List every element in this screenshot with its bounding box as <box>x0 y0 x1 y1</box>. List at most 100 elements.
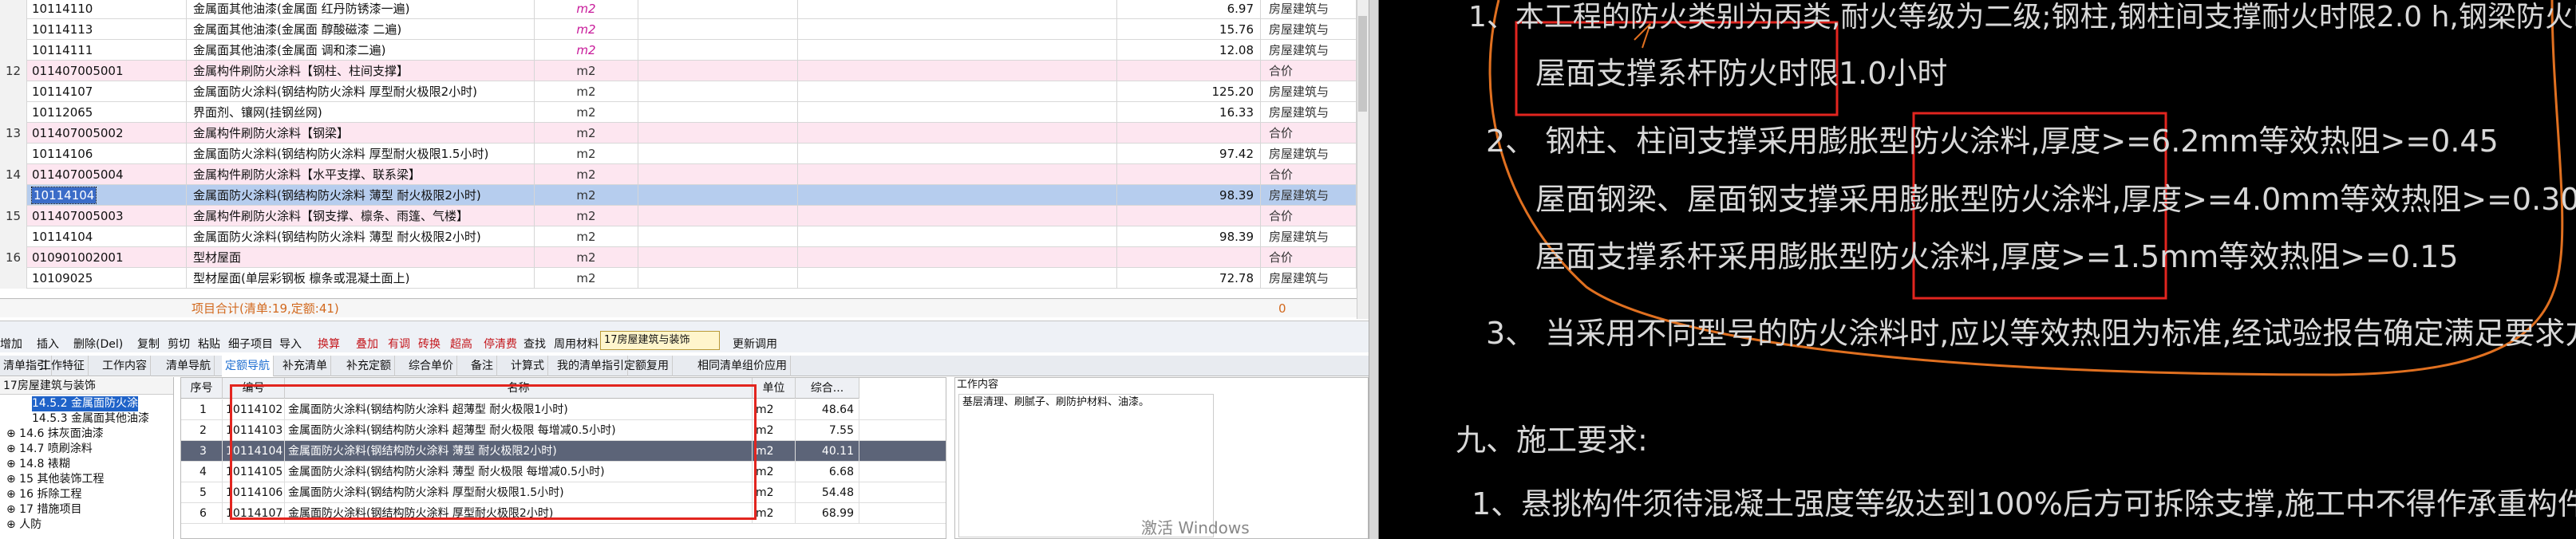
quota-row[interactable]: 10109025 型材屋面(单层彩钢板 檩条或混凝土面上) m2 72.78 房屋建筑与 <box>0 268 1357 289</box>
column-header[interactable]: 序号 <box>181 378 223 399</box>
item-category[interactable]: 房屋建筑与 <box>1261 226 1357 247</box>
item-category[interactable]: 房屋建筑与 <box>1261 19 1357 40</box>
tab-1[interactable]: 工作特征 <box>37 356 89 376</box>
item-code[interactable]: 011407005002 <box>27 123 187 144</box>
row-number[interactable] <box>0 40 27 61</box>
tree-node[interactable]: ⊕ 14.6 抹灰面油漆 <box>6 427 104 442</box>
cad-drawing-view[interactable]: 1、本工程的防火类别为丙类,耐火等级为二级;钢柱,钢柱间支撑耐火时限2.0 h,… <box>1379 0 2576 539</box>
quota-option-row[interactable]: 4 10114105 金属面防火涂料(钢结构防火涂料 薄型 耐火极限 每增减0.5小… <box>181 462 946 482</box>
quota-row[interactable]: 10114104 金属面防火涂料(钢结构防火涂料 薄型 耐火极限2小时) m2 98.… <box>0 185 1357 206</box>
item-code[interactable]: 011407005001 <box>27 61 187 81</box>
blank-cell[interactable] <box>638 0 798 19</box>
blank-cell[interactable] <box>798 0 1117 19</box>
blank-cell[interactable] <box>798 19 1117 40</box>
blank-cell[interactable] <box>638 185 798 206</box>
item-code[interactable]: 10114107 <box>27 81 187 102</box>
item-name[interactable]: 金属构件刷防火涂料【钢柱、柱间支撑】 <box>187 61 535 81</box>
toolbar-button[interactable]: 停清费 <box>484 336 517 352</box>
bill-item-row[interactable]: 12 011407005001 金属构件刷防火涂料【钢柱、柱间支撑】 m2 合价 <box>0 61 1357 81</box>
blank-cell[interactable] <box>798 144 1117 164</box>
item-category[interactable]: 房屋建筑与 <box>1261 102 1357 123</box>
tab-3[interactable]: 清单导航 <box>163 356 215 376</box>
row-number[interactable] <box>0 0 27 19</box>
grid-scrollbar-thumb[interactable] <box>1358 16 1367 112</box>
row-number[interactable] <box>0 81 27 102</box>
item-category[interactable]: 房屋建筑与 <box>1261 268 1357 289</box>
item-value[interactable]: 125.20 <box>1117 81 1261 102</box>
bill-items-grid[interactable]: 10114110 金属面其他油漆(金属面 红丹防锈漆一遍) m2 6.97 房屋建筑与 1… <box>0 0 1357 319</box>
blank-cell[interactable] <box>798 61 1117 81</box>
item-value[interactable] <box>1117 247 1261 268</box>
item-code[interactable]: 10109025 <box>27 268 187 289</box>
item-name[interactable]: 界面剂、镶网(挂钢丝网) <box>187 102 535 123</box>
tab-5[interactable]: 补充清单 <box>279 356 331 376</box>
item-value[interactable]: 72.78 <box>1117 268 1261 289</box>
quota-row[interactable]: 10114111 金属面其他油漆(金属面 调和漆二遍) m2 12.08 房屋建筑与 <box>0 40 1357 61</box>
item-name[interactable]: 型材屋面(单层彩钢板 檩条或混凝土面上) <box>187 268 535 289</box>
item-category[interactable]: 合价 <box>1261 247 1357 268</box>
item-name[interactable]: 金属面防火涂料(钢结构防火涂料 薄型 耐火极限2小时) <box>187 185 535 206</box>
toolbar-button[interactable]: 换算 <box>318 336 340 352</box>
tree-node[interactable]: ⊕ 人防 <box>6 517 41 533</box>
blank-cell[interactable] <box>638 81 798 102</box>
toolbar-button[interactable]: 超高 <box>450 336 472 352</box>
item-code[interactable]: 011407005004 <box>27 164 187 185</box>
item-unit[interactable]: m2 <box>535 226 638 247</box>
tree-header[interactable]: 17房屋建筑与装饰 <box>0 377 173 395</box>
row-number[interactable]: 16 <box>0 247 27 268</box>
row-number[interactable] <box>0 268 27 289</box>
tree-node[interactable]: 14.5.2 金属面防火涂 <box>32 396 138 411</box>
blank-cell[interactable] <box>638 164 798 185</box>
column-header[interactable]: 单位 <box>753 378 796 399</box>
item-unit[interactable]: m2 <box>535 102 638 123</box>
item-code[interactable]: 10114106 <box>27 144 187 164</box>
tree-node[interactable]: ⊕ 14.7 喷刷涂料 <box>6 442 93 457</box>
blank-cell[interactable] <box>638 102 798 123</box>
column-header[interactable]: 综合... <box>796 378 859 399</box>
blank-cell[interactable] <box>638 19 798 40</box>
item-category[interactable]: 房屋建筑与 <box>1261 185 1357 206</box>
item-value[interactable]: 16.33 <box>1117 102 1261 123</box>
toolbar-button[interactable]: 查找 <box>523 336 546 352</box>
item-value[interactable]: 98.39 <box>1117 226 1261 247</box>
item-category[interactable]: 房屋建筑与 <box>1261 144 1357 164</box>
row-number[interactable] <box>0 226 27 247</box>
blank-cell[interactable] <box>638 247 798 268</box>
item-unit[interactable]: m2 <box>535 40 638 61</box>
bill-item-row[interactable]: 14 011407005004 金属构件刷防火涂料【水平支撑、联系梁】 m2 合价 <box>0 164 1357 185</box>
tab-12[interactable]: 相同清单组价应用 <box>694 356 791 376</box>
row-number[interactable]: 15 <box>0 206 27 226</box>
tree-node[interactable]: ⊕ 16 拆除工程 <box>6 487 81 502</box>
blank-cell[interactable] <box>638 123 798 144</box>
blank-cell[interactable] <box>798 102 1117 123</box>
item-code[interactable]: 10114104 <box>27 185 187 206</box>
tree-node[interactable]: ⊕ 15 其他装饰工程 <box>6 472 104 487</box>
item-value[interactable]: 6.97 <box>1117 0 1261 19</box>
quota-row[interactable]: 10114107 金属面防火涂料(钢结构防火涂料 厚型耐火极限2小时) m2 125.… <box>0 81 1357 102</box>
item-value[interactable] <box>1117 164 1261 185</box>
item-unit[interactable]: m2 <box>535 123 638 144</box>
item-value[interactable]: 97.42 <box>1117 144 1261 164</box>
tree-node[interactable]: ⊕ 17 措施项目 <box>6 502 81 517</box>
blank-cell[interactable] <box>798 247 1117 268</box>
item-unit[interactable]: m2 <box>535 144 638 164</box>
row-number[interactable] <box>0 102 27 123</box>
quota-row[interactable]: 10112065 界面剂、镶网(挂钢丝网) m2 16.33 房屋建筑与 <box>0 102 1357 123</box>
tree-node[interactable]: 14.5.3 金属面其他油漆 <box>32 411 149 427</box>
item-unit[interactable]: m2 <box>535 0 638 19</box>
blank-cell[interactable] <box>798 40 1117 61</box>
item-code[interactable]: 011407005003 <box>27 206 187 226</box>
item-name[interactable]: 金属构件刷防火涂料【钢梁】 <box>187 123 535 144</box>
tree-node[interactable]: ⊕ 14.8 裱糊 <box>6 457 70 472</box>
quota-option-row[interactable]: 5 10114106 金属面防火涂料(钢结构防火涂料 厚型耐火极限1.5小时) m2 5… <box>181 482 946 503</box>
update-call-button[interactable]: 更新调用 <box>733 336 777 352</box>
quota-option-row[interactable]: 2 10114103 金属面防火涂料(钢结构防火涂料 超薄型 耐火极限 每增减0.5… <box>181 420 946 441</box>
column-header[interactable]: 名称 <box>285 378 753 399</box>
item-name[interactable]: 型材屋面 <box>187 247 535 268</box>
toolbar-button[interactable]: 细子项目 <box>228 336 273 352</box>
item-value[interactable]: 98.39 <box>1117 185 1261 206</box>
row-number[interactable] <box>0 185 27 206</box>
row-number[interactable]: 13 <box>0 123 27 144</box>
item-value[interactable]: 15.76 <box>1117 19 1261 40</box>
item-value[interactable] <box>1117 206 1261 226</box>
